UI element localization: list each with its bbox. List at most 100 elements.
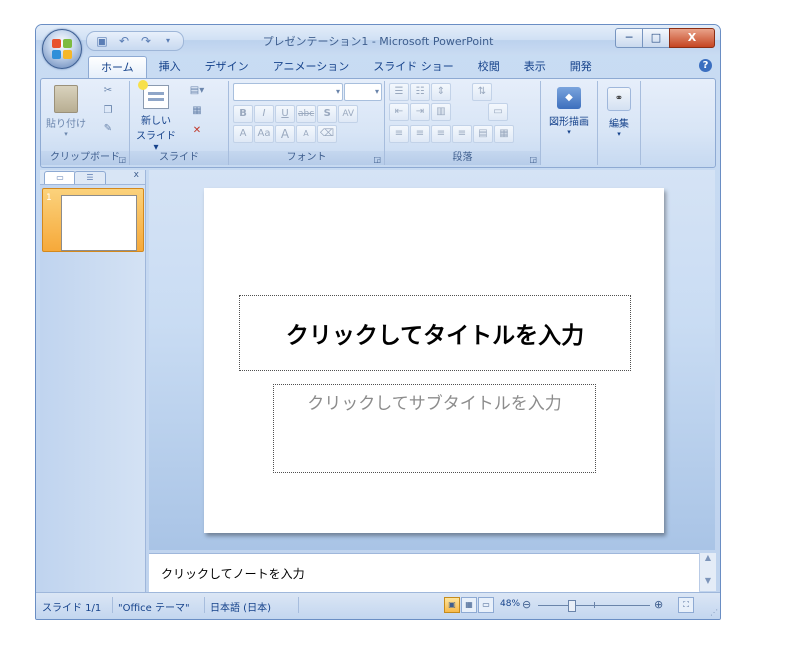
copy-icon[interactable]: ❐	[99, 105, 117, 116]
align-text-icon[interactable]: ▭	[488, 103, 508, 121]
undo-icon[interactable]: ↶	[115, 32, 133, 50]
align-center-icon[interactable]: ≡	[410, 125, 430, 143]
font-format-row-2: A Aa A A ⌫	[233, 125, 337, 143]
maximize-button[interactable]: □	[642, 28, 670, 48]
tab-slides[interactable]: ▭	[44, 171, 76, 184]
zoom-level[interactable]: 48%	[500, 599, 520, 609]
scroll-up-icon[interactable]: ▲	[700, 553, 716, 562]
font-name-combo[interactable]: ▾	[233, 83, 343, 101]
scroll-down-icon[interactable]: ▼	[700, 576, 716, 585]
strikethrough-button[interactable]: abc	[296, 105, 317, 123]
grow-font-button[interactable]: A	[275, 125, 295, 143]
slide-number: 1	[46, 193, 52, 203]
bold-button[interactable]: B	[233, 105, 253, 123]
tab-view[interactable]: 表示	[512, 56, 558, 78]
font-group: ▾ ▾ B I U abc S AV A Aa A A ⌫ フォント ◲	[229, 81, 385, 165]
ribbon: 貼り付け ▾ ✂ ❐ ✎ クリップボード ◲ 新しい スライド ▾ ▤▾ ▦ ✕…	[40, 78, 716, 168]
slide-info: スライド 1/1	[42, 603, 102, 614]
resize-grip-icon[interactable]: ⋰	[710, 608, 718, 617]
fit-to-window-icon[interactable]: ⛶	[678, 597, 694, 613]
tab-home[interactable]: ホーム	[88, 56, 147, 79]
close-button[interactable]: X	[669, 28, 715, 48]
dialog-launcher-icon[interactable]: ◲	[529, 153, 537, 167]
drawing-group: ◆ 図形描画 ▾	[541, 81, 598, 165]
dialog-launcher-icon[interactable]: ◲	[118, 153, 126, 167]
slideshow-icon[interactable]: ▭	[478, 597, 494, 613]
font-size-combo[interactable]: ▾	[344, 83, 382, 101]
slides-group: 新しい スライド ▾ ▤▾ ▦ ✕ スライド	[130, 80, 229, 165]
chevron-down-icon: ▾	[335, 87, 340, 96]
normal-view-icon[interactable]: ▣	[444, 597, 460, 613]
tab-outline[interactable]: ☰	[74, 171, 106, 184]
clipboard-group-label: クリップボード ◲	[41, 151, 129, 165]
chevron-down-icon: ▾	[64, 130, 68, 138]
drawing-button[interactable]: ◆ 図形描画 ▾	[545, 85, 593, 145]
change-case-button[interactable]: Aa	[254, 125, 274, 143]
tab-review[interactable]: 校閲	[466, 56, 512, 78]
paragraph-group: ☰ ☷ ⇕ ⇅ ⇤ ⇥ ▥ ▭ ≡ ≡ ≡ ≡ ▤ ▦ 段落 ◲	[385, 81, 541, 165]
customize-qat-icon[interactable]: ▾	[159, 32, 177, 50]
cut-icon[interactable]: ✂	[99, 85, 117, 96]
office-button[interactable]	[42, 29, 82, 69]
clear-format-icon[interactable]: ⌫	[317, 125, 337, 143]
title-placeholder[interactable]: クリックしてタイトルを入力	[239, 295, 631, 371]
shadow-button[interactable]: S	[317, 105, 338, 123]
slides-group-label: スライド	[130, 151, 228, 165]
slide-thumbnail-selected[interactable]: 1	[42, 188, 144, 252]
language[interactable]: 日本語 (日本)	[210, 599, 271, 614]
layout-icon[interactable]: ▤▾	[184, 85, 210, 96]
line-spacing-icon[interactable]: ⇕	[431, 83, 451, 101]
smartart-icon[interactable]: ▦	[494, 125, 514, 143]
editing-group: ⚭ 編集 ▾	[598, 81, 641, 165]
chevron-down-icon: ▾	[567, 128, 571, 136]
reset-slide-icon[interactable]: ▦	[184, 105, 210, 116]
slide: クリックしてタイトルを入力 クリックしてサブタイトルを入力	[204, 188, 664, 533]
align-right-icon[interactable]: ≡	[431, 125, 451, 143]
increase-indent-icon[interactable]: ⇥	[410, 103, 430, 121]
align-left-icon[interactable]: ≡	[389, 125, 409, 143]
char-spacing-button[interactable]: AV	[338, 105, 359, 123]
delete-slide-icon[interactable]: ✕	[184, 125, 210, 136]
title-bar: プレゼンテーション1 - Microsoft PowerPoint ▣ ↶ ↷ …	[36, 25, 720, 55]
zoom-slider[interactable]	[538, 600, 650, 612]
zoom-in-icon[interactable]: ⊕	[654, 598, 663, 611]
tab-design[interactable]: デザイン	[193, 56, 261, 78]
redo-icon[interactable]: ↷	[137, 32, 155, 50]
new-slide-label-1: 新しい	[141, 116, 171, 127]
tab-slideshow[interactable]: スライド ショー	[361, 56, 466, 78]
underline-button[interactable]: U	[275, 105, 295, 123]
slide-thumbnail	[61, 195, 137, 251]
columns-icon[interactable]: ▥	[431, 103, 451, 121]
justify-icon[interactable]: ≡	[452, 125, 472, 143]
font-color-button[interactable]: A	[233, 125, 253, 143]
slide-canvas: クリックしてタイトルを入力 クリックしてサブタイトルを入力	[149, 170, 715, 550]
shrink-font-button[interactable]: A	[296, 125, 316, 143]
notes-pane[interactable]: クリックしてノートを入力	[149, 553, 699, 592]
subtitle-placeholder[interactable]: クリックしてサブタイトルを入力	[273, 384, 596, 473]
zoom-out-icon[interactable]: ⊖	[522, 598, 531, 611]
save-icon[interactable]: ▣	[93, 32, 111, 50]
tab-animations[interactable]: アニメーション	[261, 56, 362, 78]
tab-insert[interactable]: 挿入	[147, 56, 193, 78]
drawing-label: 図形描画	[549, 117, 589, 128]
slide-sorter-icon[interactable]: ▦	[461, 597, 477, 613]
bullets-icon[interactable]: ☰	[389, 83, 409, 101]
minimize-button[interactable]: ─	[615, 28, 643, 48]
tab-developer[interactable]: 開発	[558, 56, 604, 78]
decrease-indent-icon[interactable]: ⇤	[389, 103, 409, 121]
editing-button[interactable]: ⚭ 編集 ▾	[601, 85, 637, 145]
italic-button[interactable]: I	[254, 105, 274, 123]
numbering-icon[interactable]: ☷	[410, 83, 430, 101]
format-painter-icon[interactable]: ✎	[99, 123, 117, 134]
paste-button[interactable]: 貼り付け ▾	[45, 83, 87, 139]
dialog-launcher-icon[interactable]: ◲	[373, 153, 381, 167]
notes-scrollbar[interactable]: ▲ ▼	[699, 553, 716, 591]
new-slide-button[interactable]: 新しい スライド ▾	[134, 80, 178, 153]
chevron-down-icon: ▾	[617, 130, 621, 138]
distribute-icon[interactable]: ▤	[473, 125, 493, 143]
shapes-icon: ◆	[557, 87, 581, 109]
zoom-thumb[interactable]	[568, 600, 576, 612]
text-direction-icon[interactable]: ⇅	[472, 83, 492, 101]
help-icon[interactable]: ?	[699, 59, 712, 72]
close-pane-icon[interactable]: x	[134, 170, 139, 180]
